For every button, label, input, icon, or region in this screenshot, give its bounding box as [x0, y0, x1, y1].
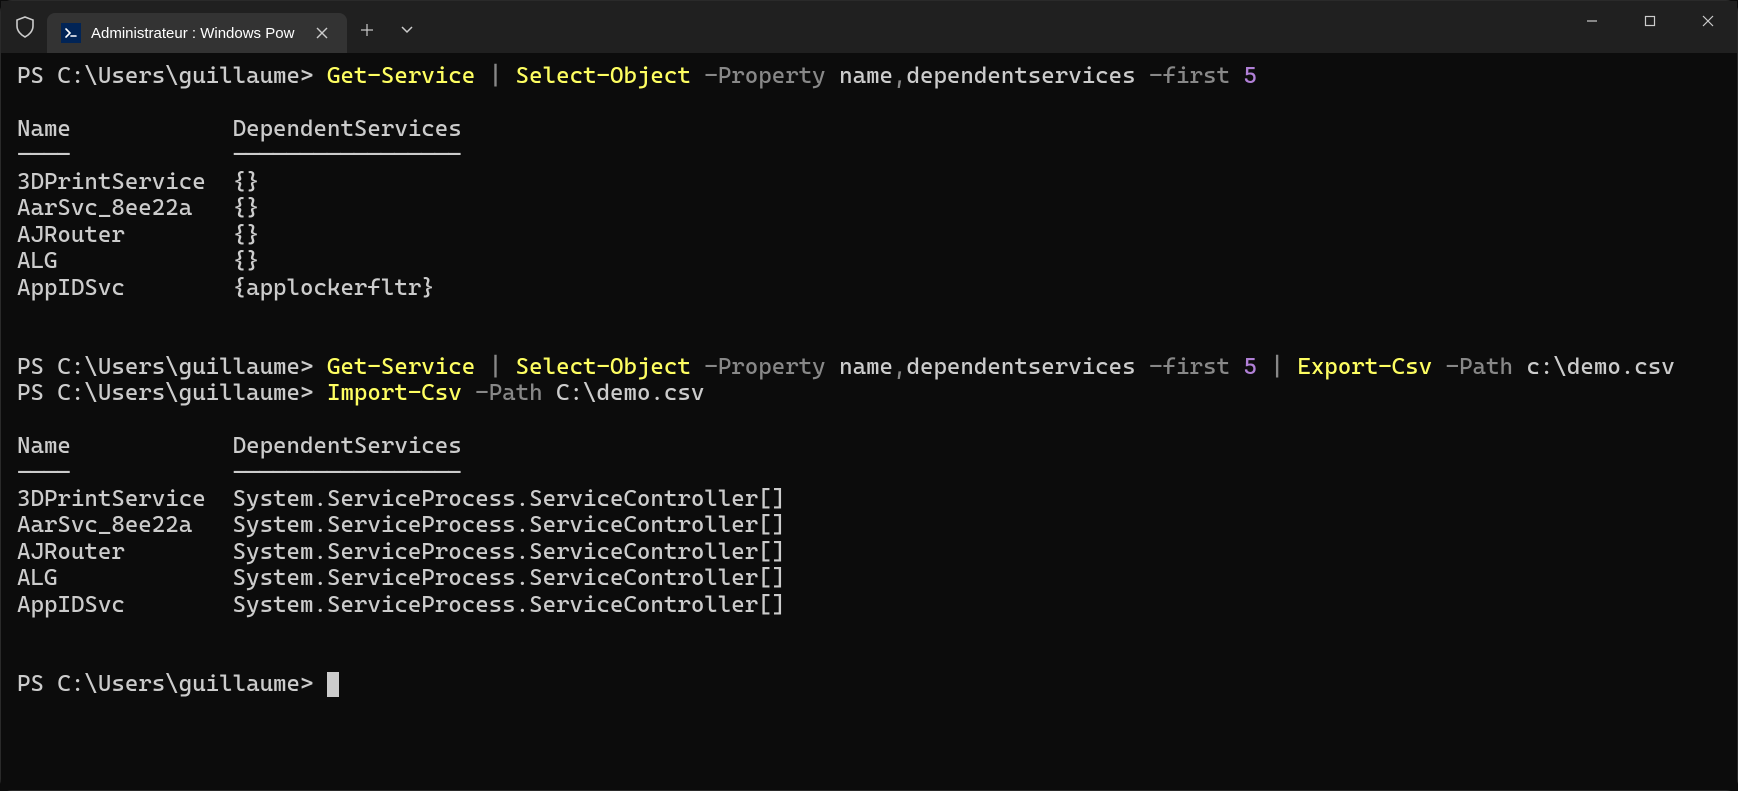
cmdlet-import-csv: Import-Csv — [327, 380, 462, 406]
arg-number: 5 — [1243, 63, 1256, 89]
blank-line — [17, 301, 1721, 327]
table1-row-0: 3DPrintService {} — [17, 169, 1721, 195]
table-row: AarSvc_8ee22a {} — [17, 195, 260, 221]
param-property: -Property — [691, 354, 839, 380]
table2-separator: ---- ----------------- — [17, 460, 1721, 486]
blank-line — [17, 407, 1721, 433]
arg-number: 5 — [1243, 354, 1256, 380]
maximize-button[interactable] — [1621, 1, 1679, 41]
table2-row-4: AppIDSvc System.ServiceProcess.ServiceCo… — [17, 592, 1721, 618]
table1-separator: ---- ----------------- — [17, 142, 1721, 168]
table2-row-0: 3DPrintService System.ServiceProcess.Ser… — [17, 486, 1721, 512]
table2-row-2: AJRouter System.ServiceProcess.ServiceCo… — [17, 539, 1721, 565]
command-line-2: PS C:\Users\guillaume> Get-Service | Sel… — [17, 354, 1721, 380]
table-row: AJRouter System.ServiceProcess.ServiceCo… — [17, 539, 785, 565]
comma: , — [893, 354, 906, 380]
table-row: ALG {} — [17, 248, 260, 274]
tab-powershell[interactable]: Administrateur : Windows Pow — [47, 13, 347, 53]
table2-row-3: ALG System.ServiceProcess.ServiceControl… — [17, 565, 1721, 591]
table-row: 3DPrintService System.ServiceProcess.Ser… — [17, 486, 785, 512]
table-row: AppIDSvc System.ServiceProcess.ServiceCo… — [17, 592, 785, 618]
titlebar: Administrateur : Windows Pow — [1, 1, 1737, 53]
param-first: -first — [1136, 354, 1244, 380]
new-tab-button[interactable] — [347, 10, 387, 50]
tab-close-button[interactable] — [311, 22, 333, 44]
dropdown-button[interactable] — [387, 10, 427, 50]
titlebar-left: Administrateur : Windows Pow — [13, 1, 427, 53]
prompt: PS C:\Users\guillaume> — [17, 354, 327, 380]
pipe-symbol: | — [475, 63, 515, 89]
table-row: ALG System.ServiceProcess.ServiceControl… — [17, 565, 785, 591]
command-line-active: PS C:\Users\guillaume> — [17, 671, 1721, 697]
table-separator: ---- ----------------- — [17, 142, 462, 168]
arg-name: name — [839, 354, 893, 380]
table2-row-1: AarSvc_8ee22a System.ServiceProcess.Serv… — [17, 512, 1721, 538]
table-separator: ---- ----------------- — [17, 460, 462, 486]
blank-line — [17, 89, 1721, 115]
tab-title: Administrateur : Windows Pow — [91, 25, 301, 42]
table-row: AJRouter {} — [17, 222, 260, 248]
cursor — [327, 672, 339, 697]
table1-header: Name DependentServices — [17, 116, 1721, 142]
table-header: Name DependentServices — [17, 433, 462, 459]
window-controls — [1563, 1, 1737, 53]
comma: , — [893, 63, 906, 89]
cmdlet-select-object: Select-Object — [516, 63, 691, 89]
table-row: AarSvc_8ee22a System.ServiceProcess.Serv… — [17, 512, 785, 538]
param-path: -Path — [462, 380, 556, 406]
cmdlet-get-service: Get-Service — [327, 63, 475, 89]
terminal-area[interactable]: PS C:\Users\guillaume> Get-Service | Sel… — [1, 53, 1737, 790]
pipe-symbol: | — [1257, 354, 1297, 380]
table2-header: Name DependentServices — [17, 433, 1721, 459]
arg-path: c:\demo.csv — [1526, 354, 1674, 380]
cmdlet-select-object: Select-Object — [516, 354, 691, 380]
minimize-button[interactable] — [1563, 1, 1621, 41]
table1-row-2: AJRouter {} — [17, 222, 1721, 248]
blank-line — [17, 327, 1721, 353]
table-row: AppIDSvc {applockerfltr} — [17, 275, 435, 301]
arg-dependentservices: dependentservices — [907, 63, 1136, 89]
command-line-3: PS C:\Users\guillaume> Import-Csv -Path … — [17, 380, 1721, 406]
arg-name: name — [839, 63, 893, 89]
pipe-symbol: | — [475, 354, 515, 380]
param-property: -Property — [691, 63, 839, 89]
blank-line — [17, 645, 1721, 671]
blank-line — [17, 618, 1721, 644]
shield-icon — [13, 15, 37, 39]
table1-row-3: ALG {} — [17, 248, 1721, 274]
close-button[interactable] — [1679, 1, 1737, 41]
prompt: PS C:\Users\guillaume> — [17, 63, 327, 89]
prompt: PS C:\Users\guillaume> — [17, 671, 327, 697]
param-path: -Path — [1432, 354, 1526, 380]
param-first: -first — [1136, 63, 1244, 89]
table1-row-1: AarSvc_8ee22a {} — [17, 195, 1721, 221]
powershell-icon — [61, 23, 81, 43]
cmdlet-get-service: Get-Service — [327, 354, 475, 380]
arg-dependentservices: dependentservices — [907, 354, 1136, 380]
cmdlet-export-csv: Export-Csv — [1297, 354, 1432, 380]
table-header: Name DependentServices — [17, 116, 462, 142]
arg-path: C:\demo.csv — [556, 380, 704, 406]
table-row: 3DPrintService {} — [17, 169, 260, 195]
command-line-1: PS C:\Users\guillaume> Get-Service | Sel… — [17, 63, 1721, 89]
prompt: PS C:\Users\guillaume> — [17, 380, 327, 406]
table1-row-4: AppIDSvc {applockerfltr} — [17, 275, 1721, 301]
